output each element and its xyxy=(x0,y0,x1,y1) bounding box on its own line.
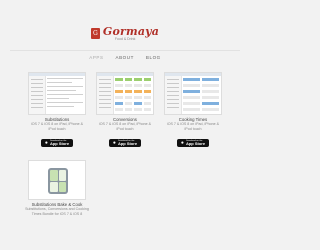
app-subtitle: iOS 7 & iOS 8 on iPad, iPhone & iPod tou… xyxy=(98,122,152,131)
bundle-app-icon xyxy=(48,168,68,194)
store-badge-large: App Store xyxy=(49,141,70,147)
bundle-description: Substitutions, Conversions and Cooking T… xyxy=(25,207,89,216)
app-card-bundle: Substitutions Bake & Cook Substitutions,… xyxy=(20,160,94,216)
apple-icon: ● xyxy=(44,140,48,146)
nav-item-about[interactable]: ABOUT xyxy=(115,55,134,60)
app-store-button[interactable]: ● Download on the App Store xyxy=(176,139,210,147)
logo-mark-icon: G xyxy=(90,28,100,39)
brand-name: Gormaya xyxy=(102,24,160,38)
app-store-button[interactable]: ● Download on the App Store xyxy=(108,139,142,147)
store-badge-large: App Store xyxy=(117,141,138,147)
bundle-icon[interactable] xyxy=(28,160,86,200)
app-screenshot[interactable] xyxy=(164,72,222,115)
nav-item-blog[interactable]: BLOG xyxy=(146,55,161,60)
app-card-cooking-times: Cooking Times iOS 7 & iOS 8 on iPad, iPh… xyxy=(164,72,222,149)
app-card-conversions: Conversions iOS 7 & iOS 8 on iPad, iPhon… xyxy=(96,72,154,149)
app-screenshot[interactable] xyxy=(96,72,154,115)
nav-item-apps[interactable]: APPS xyxy=(89,55,103,60)
app-subtitle: iOS 7 & iOS 8 on iPad, iPhone & iPod tou… xyxy=(166,122,220,131)
app-screenshot[interactable] xyxy=(28,72,86,115)
nav-divider xyxy=(10,50,240,51)
apple-icon: ● xyxy=(180,140,184,146)
store-badge-large: App Store xyxy=(185,141,206,147)
apple-icon: ● xyxy=(112,140,116,146)
main-nav: APPS ABOUT BLOG xyxy=(0,55,250,60)
app-store-button[interactable]: ● Download on the App Store xyxy=(40,139,74,147)
site-logo[interactable]: G Gormaya Food & Drink xyxy=(0,22,250,41)
brand-tagline: Food & Drink xyxy=(114,36,136,41)
app-subtitle: iOS 7 & iOS 8 on iPad, iPhone & iPod tou… xyxy=(30,122,84,131)
app-card-substitutions: Substitutions iOS 7 & iOS 8 on iPad, iPh… xyxy=(28,72,86,149)
